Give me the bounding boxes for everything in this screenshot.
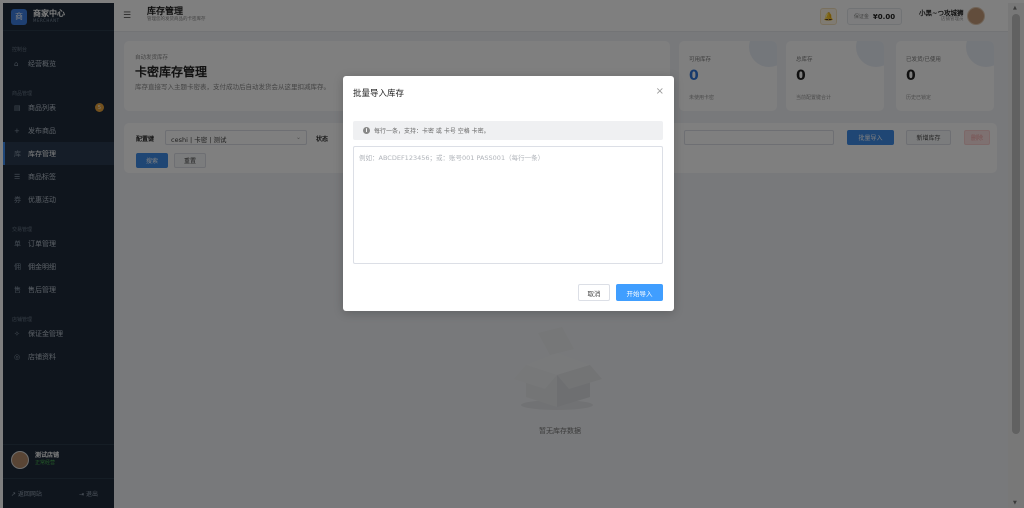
cancel-button[interactable]: 取消	[578, 284, 610, 301]
start-import-button[interactable]: 开始导入	[616, 284, 663, 301]
import-hint-text: 每行一条，支持：卡密 或 卡号 空格 卡密。	[374, 128, 490, 135]
dialog-title: 批量导入库存	[353, 89, 405, 99]
batch-import-dialog: 批量导入库存 × i 每行一条，支持：卡密 或 卡号 空格 卡密。 取消 开始导…	[343, 76, 674, 311]
info-icon: i	[363, 127, 370, 134]
import-textarea[interactable]	[353, 146, 663, 264]
import-hint: i 每行一条，支持：卡密 或 卡号 空格 卡密。	[353, 121, 663, 140]
close-icon[interactable]: ×	[656, 86, 664, 97]
app-root: 商 商家中心 MERCHANT 控制台 ⌂ 经营概览 商品管理 ▤ 商品列表 5…	[0, 0, 1024, 508]
